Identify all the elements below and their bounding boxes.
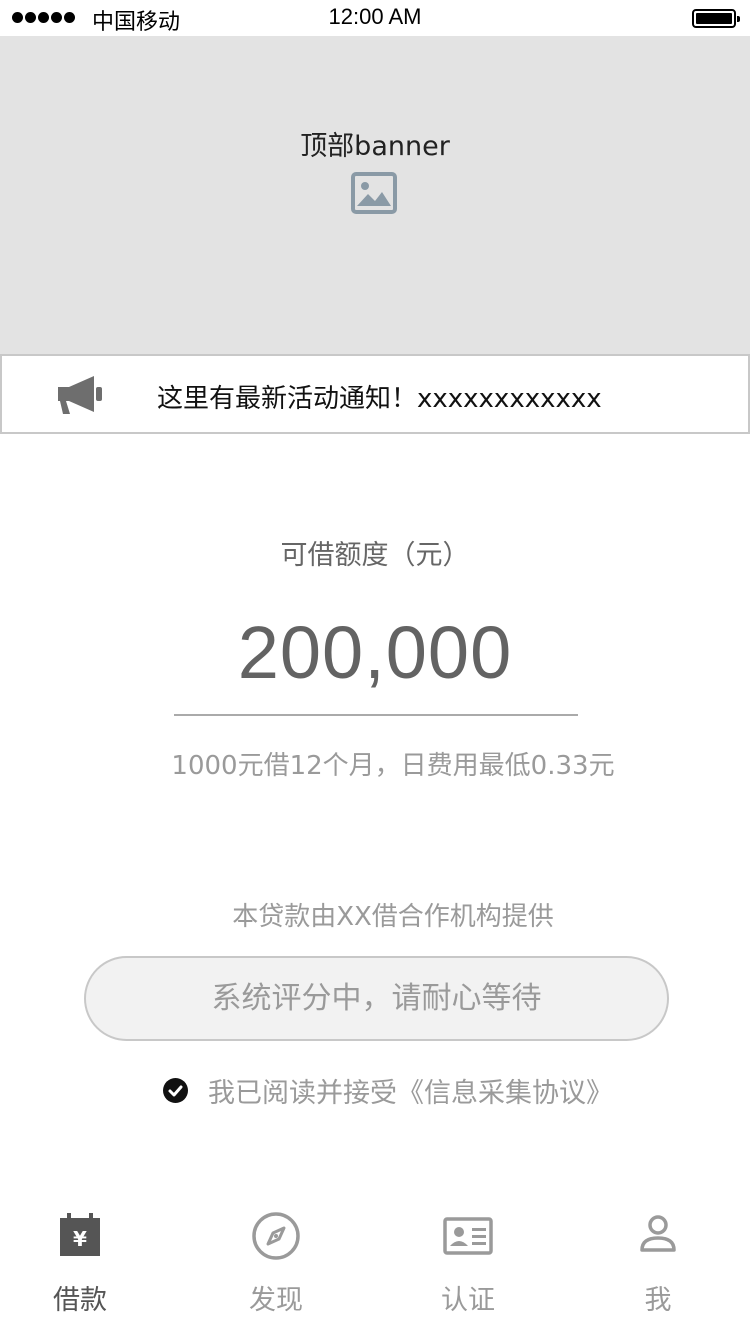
image-placeholder-icon [351,172,397,214]
tab-loan-label: 借款 [53,1285,107,1316]
notice-bar[interactable]: 这里有最新活动通知！xxxxxxxxxxxx [0,354,750,434]
battery-icon [692,9,740,28]
agreement-text[interactable]: 我已阅读并接受《信息采集协议》 [208,1071,613,1110]
status-time: 12:00 AM [328,4,422,29]
amount-divider [174,714,578,716]
top-banner[interactable]: 顶部banner [0,36,750,354]
svg-text:¥: ¥ [73,1227,87,1251]
credit-limit-amount: 200,000 [237,611,513,694]
tab-discover[interactable]: 发现 [206,1190,346,1334]
fee-note: 1000元借12个月，日费用最低0.33元 [171,751,615,781]
notice-text: 这里有最新活动通知！xxxxxxxxxxxx [157,384,602,414]
megaphone-icon [58,376,102,414]
banner-title: 顶部banner [300,131,450,162]
provider-note: 本贷款由XX借合作机构提供 [232,902,554,932]
tab-verify[interactable]: 认证 [398,1190,538,1334]
tab-loan[interactable]: ¥ 借款 [10,1190,150,1334]
yen-calendar-icon: ¥ [60,1213,100,1256]
compass-icon [252,1212,300,1260]
user-icon [640,1215,676,1252]
scoring-status-button[interactable]: 系统评分中，请耐心等待 [84,956,669,1041]
tab-verify-label: 认证 [441,1285,495,1316]
tab-me-label: 我 [644,1285,672,1316]
status-bar: 中国移动 12:00 AM [0,0,750,36]
checkmark-icon[interactable] [163,1077,188,1103]
credit-limit-label: 可借额度（元） [280,540,470,571]
id-card-icon [443,1217,493,1255]
agreement-row[interactable]: 我已阅读并接受《信息采集协议》 [163,1071,613,1110]
bottom-tab-bar: ¥ 借款 发现 认证 我 [0,1190,750,1334]
tab-me[interactable]: 我 [588,1190,728,1334]
tab-discover-label: 发现 [249,1285,303,1316]
